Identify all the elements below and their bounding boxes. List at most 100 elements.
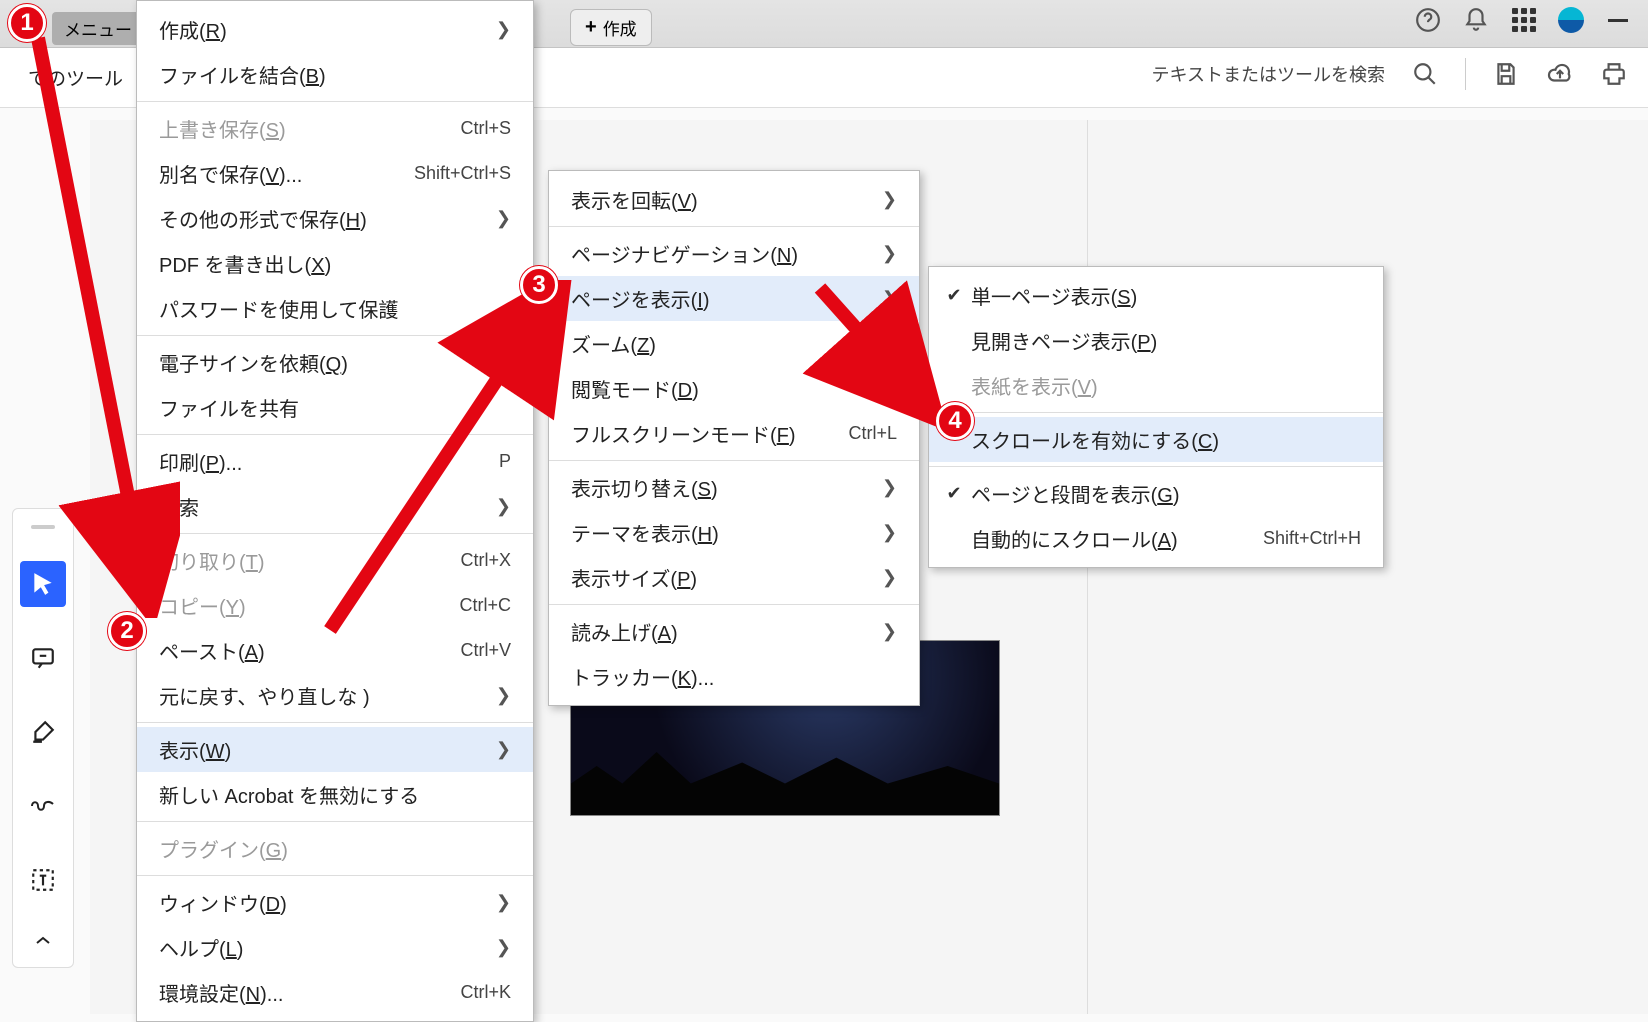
menu-item-label: 元に戻す、やり直しな ) xyxy=(159,681,370,710)
menu-item[interactable]: その他の形式で保存(H) ❯ xyxy=(137,196,533,241)
plus-icon: + xyxy=(585,16,597,39)
menu-separator xyxy=(137,722,533,723)
menu-item[interactable]: ファイルを結合(B) xyxy=(137,52,533,97)
menu-item[interactable]: PDF を書き出し(X) xyxy=(137,241,533,286)
menu-item[interactable]: 元に戻す、やり直しな ) ❯ xyxy=(137,673,533,718)
search-placeholder[interactable]: テキストまたはツールを検索 xyxy=(1152,61,1385,87)
submenu-arrow-icon: ❯ xyxy=(882,567,897,588)
menu-shortcut: Shift+Ctrl+H xyxy=(1263,528,1361,549)
select-tool-icon[interactable] xyxy=(20,561,66,607)
menu-item[interactable]: 作成(R)❯ xyxy=(137,7,533,52)
menu-separator xyxy=(137,434,533,435)
submenu-arrow-icon: ❯ xyxy=(496,496,511,517)
menu-item-label: その他の形式で保存(H) xyxy=(159,204,367,233)
menu-item[interactable]: 表示サイズ(P) ❯ xyxy=(549,555,919,600)
drag-handle[interactable] xyxy=(31,525,55,529)
menu-item[interactable]: フルスクリーンモード(F)Ctrl+L xyxy=(549,411,919,456)
avatar[interactable] xyxy=(1558,7,1584,33)
menu-shortcut: Shift+Ctrl+S xyxy=(414,163,511,184)
menu-item-label: 環境設定(N)... xyxy=(159,978,283,1007)
menu-item-label: 読み上げ(A) xyxy=(571,617,678,646)
search-icon[interactable] xyxy=(1411,60,1439,88)
menu-item[interactable]: 表示切り替え(S) ❯ xyxy=(549,465,919,510)
draw-tool-icon[interactable] xyxy=(20,783,66,829)
menu-item[interactable]: 印刷(P)... P xyxy=(137,439,533,484)
menu-item[interactable]: パスワードを使用して保護 xyxy=(137,286,533,331)
print-icon[interactable] xyxy=(1600,60,1628,88)
cloud-upload-icon[interactable] xyxy=(1546,60,1574,88)
submenu-arrow-icon: ❯ xyxy=(496,685,511,706)
menu-item[interactable]: トラッカー(K)... xyxy=(549,654,919,699)
menu-item-label: ファイルを共有 xyxy=(159,393,299,422)
menu-item-label: 表紙を表示(V) xyxy=(971,371,1098,400)
menu-item-label: ページナビゲーション(N) xyxy=(571,239,798,268)
submenu-arrow-icon: ❯ xyxy=(496,937,511,958)
menu-item[interactable]: ヘルプ(L)❯ xyxy=(137,925,533,970)
menu-item[interactable]: 自動的にスクロール(A)Shift+Ctrl+H xyxy=(929,516,1383,561)
menu-item-label: トラッカー(K)... xyxy=(571,662,714,691)
menu-separator xyxy=(137,821,533,822)
menu-item: 切り取り(T)Ctrl+X xyxy=(137,538,533,583)
menu-separator xyxy=(137,101,533,102)
menu-separator xyxy=(929,466,1383,467)
menu-item-label: 表示切り替え(S) xyxy=(571,473,718,502)
save-icon[interactable] xyxy=(1492,60,1520,88)
menu-item-label: ペースト(A) xyxy=(159,636,265,665)
menu-item-label: 閲覧モード(D) xyxy=(571,374,699,403)
menu-item[interactable]: ✔ページと段間を表示(G) xyxy=(929,471,1383,516)
menu-item-label: ページを表示(I) xyxy=(571,284,710,313)
menu-item[interactable]: ✔単一ページ表示(S) xyxy=(929,273,1383,318)
menu-item-label: 新しい Acrobat を無効にする xyxy=(159,780,419,809)
menu-item[interactable]: ページナビゲーション(N)❯ xyxy=(549,231,919,276)
menu-item[interactable]: 閲覧モード(D)Ctr xyxy=(549,366,919,411)
menu-item[interactable]: 表示(W)❯ xyxy=(137,727,533,772)
submenu-arrow-icon: ❯ xyxy=(882,621,897,642)
menu-item[interactable]: ズーム(Z)❯ xyxy=(549,321,919,366)
apps-grid-icon[interactable] xyxy=(1510,6,1538,34)
menu-item[interactable]: ファイルを共有 xyxy=(137,385,533,430)
menu-item-label: 表示サイズ(P) xyxy=(571,563,697,592)
highlight-tool-icon[interactable] xyxy=(20,709,66,755)
menu-item[interactable]: 別名で保存(V)... Shift+Ctrl+S xyxy=(137,151,533,196)
menu-item[interactable]: 読み上げ(A) ❯ xyxy=(549,609,919,654)
text-select-tool-icon[interactable] xyxy=(20,857,66,903)
menu-separator xyxy=(549,604,919,605)
menu-separator xyxy=(137,875,533,876)
menu-item[interactable]: テーマを表示(H)❯ xyxy=(549,510,919,555)
submenu-arrow-icon: ❯ xyxy=(496,208,511,229)
submenu-arrow-icon: ❯ xyxy=(882,333,897,354)
menu-item-label: PDF を書き出し(X) xyxy=(159,249,331,278)
menu-item[interactable]: 電子サインを依頼(Q) xyxy=(137,340,533,385)
menu-item[interactable]: 表示を回転(V)❯ xyxy=(549,177,919,222)
comment-tool-icon[interactable] xyxy=(20,635,66,681)
submenu-arrow-icon: ❯ xyxy=(882,522,897,543)
menu-item-label: 切り取り(T) xyxy=(159,546,265,575)
submenu-arrow-icon: ❯ xyxy=(882,477,897,498)
menu-item[interactable]: 検索❯ xyxy=(137,484,533,529)
create-button[interactable]: + 作成 xyxy=(570,9,652,46)
menu-item[interactable]: ペースト(A)Ctrl+V xyxy=(137,628,533,673)
menu-item-label: 別名で保存(V)... xyxy=(159,159,302,188)
menu-item-label: 上書き保存(S) xyxy=(159,114,286,143)
menu-button[interactable]: メニュー xyxy=(52,12,144,45)
menu-item[interactable]: 新しい Acrobat を無効にする xyxy=(137,772,533,817)
menu-item[interactable]: ウィンドウ(D)❯ xyxy=(137,880,533,925)
menu-separator xyxy=(549,226,919,227)
menu-item-label: 作成(R) xyxy=(159,15,227,44)
all-tools-label[interactable]: てのツール xyxy=(28,64,123,91)
menu-separator xyxy=(137,335,533,336)
menu-item[interactable]: 環境設定(N)...Ctrl+K xyxy=(137,970,533,1015)
menu-item-label: プラグイン(G) xyxy=(159,834,288,863)
search-area: テキストまたはツールを検索 xyxy=(1152,58,1628,90)
menu-item[interactable]: スクロールを有効にする(C) xyxy=(929,417,1383,462)
help-icon[interactable] xyxy=(1414,6,1442,34)
menu-item-label: ページと段間を表示(G) xyxy=(971,479,1180,508)
menu-item[interactable]: ページを表示(I)❯ xyxy=(549,276,919,321)
menu-item-label: 表示(W) xyxy=(159,735,231,764)
more-tool-icon[interactable] xyxy=(20,931,66,951)
minimize-icon[interactable] xyxy=(1604,6,1632,34)
create-label: 作成 xyxy=(603,15,637,40)
menu-item[interactable]: 見開きページ表示(P) xyxy=(929,318,1383,363)
bell-icon[interactable] xyxy=(1462,6,1490,34)
menu-item-label: 印刷(P)... xyxy=(159,447,242,476)
